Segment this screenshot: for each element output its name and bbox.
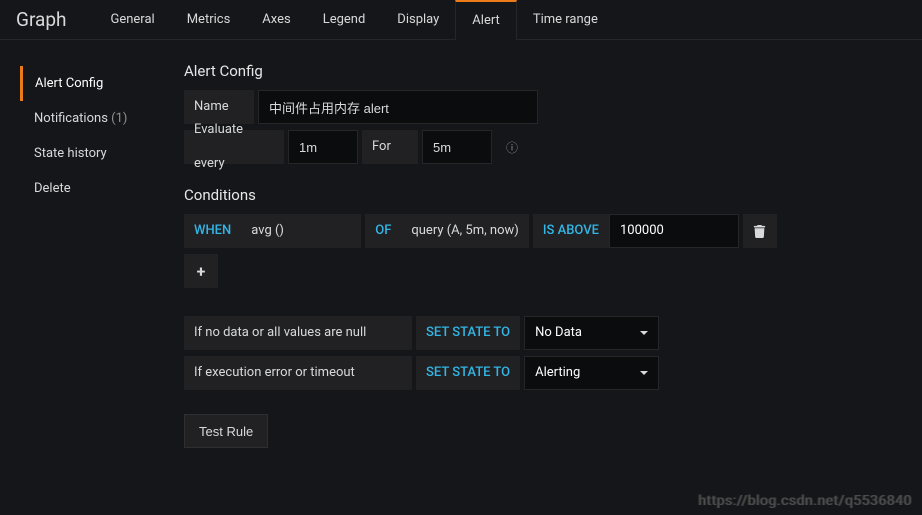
threshold-input[interactable]: 100000: [609, 214, 739, 248]
sidebar-item-count: (1): [111, 111, 127, 126]
trash-icon: [753, 225, 766, 238]
alert-name-row: Name: [184, 90, 912, 124]
alert-sidebar: Alert Config Notifications (1) State his…: [20, 58, 160, 448]
conditions-heading: Conditions: [184, 186, 912, 204]
no-data-action: SET STATE TO: [416, 316, 520, 350]
exec-error-row: If execution error or timeout SET STATE …: [184, 356, 912, 390]
no-data-row: If no data or all values are null SET ST…: [184, 316, 912, 350]
evaluate-every-input[interactable]: [288, 130, 358, 164]
tab-metrics[interactable]: Metrics: [171, 0, 247, 40]
tab-time-range[interactable]: Time range: [517, 0, 614, 40]
sidebar-item-delete[interactable]: Delete: [20, 171, 160, 206]
content: Alert Config Notifications (1) State his…: [0, 40, 922, 448]
tab-axes[interactable]: Axes: [246, 0, 306, 40]
sidebar-item-label: Delete: [34, 181, 71, 196]
for-label: For: [362, 130, 418, 164]
exec-error-action: SET STATE TO: [416, 356, 520, 390]
evaluate-every-label: Evaluate every: [184, 130, 284, 164]
watermark: https://blog.csdn.net/q5536840: [698, 493, 912, 509]
alert-main: Alert Config Name Evaluate every For ⓘ C…: [160, 58, 912, 448]
info-icon[interactable]: ⓘ: [502, 139, 522, 156]
sidebar-item-alert-config[interactable]: Alert Config: [20, 66, 160, 101]
no-data-label: If no data or all values are null: [184, 316, 412, 350]
alert-config-heading: Alert Config: [184, 62, 912, 80]
condition-reducer: WHEN avg (): [184, 214, 361, 248]
condition-row: WHEN avg () OF query (A, 5m, now) IS ABO…: [184, 214, 912, 248]
no-data-value: No Data: [535, 317, 582, 349]
sidebar-item-state-history[interactable]: State history: [20, 136, 160, 171]
test-rule-button[interactable]: Test Rule: [184, 414, 268, 448]
sidebar-item-label: State history: [34, 146, 107, 161]
alert-name-input[interactable]: [258, 90, 538, 124]
evaluator-label[interactable]: IS ABOVE: [533, 214, 609, 248]
panel-tabs: Graph General Metrics Axes Legend Displa…: [0, 0, 922, 40]
condition-query: OF query (A, 5m, now): [365, 214, 529, 248]
aggregator-select[interactable]: avg (): [241, 214, 361, 248]
exec-error-label: If execution error or timeout: [184, 356, 412, 390]
caret-down-icon: [640, 331, 648, 335]
add-condition-button[interactable]: +: [184, 254, 218, 288]
exec-error-value: Alerting: [535, 357, 580, 389]
sidebar-item-label: Alert Config: [35, 76, 103, 91]
exec-error-select[interactable]: Alerting: [524, 356, 659, 390]
evaluate-row: Evaluate every For ⓘ: [184, 130, 912, 164]
condition-evaluator: IS ABOVE 100000: [533, 214, 739, 248]
sidebar-item-notifications[interactable]: Notifications (1): [20, 101, 160, 136]
query-select[interactable]: query (A, 5m, now): [401, 214, 528, 248]
caret-down-icon: [640, 371, 648, 375]
tab-legend[interactable]: Legend: [307, 0, 382, 40]
for-input[interactable]: [422, 130, 492, 164]
sidebar-item-label: Notifications: [34, 111, 108, 126]
of-label: OF: [365, 214, 401, 248]
tab-general[interactable]: General: [94, 0, 170, 40]
no-data-select[interactable]: No Data: [524, 316, 659, 350]
delete-condition-button[interactable]: [743, 214, 777, 248]
tab-display[interactable]: Display: [381, 0, 455, 40]
panel-title: Graph: [16, 8, 66, 31]
tab-alert[interactable]: Alert: [455, 0, 517, 40]
when-label: WHEN: [184, 214, 241, 248]
